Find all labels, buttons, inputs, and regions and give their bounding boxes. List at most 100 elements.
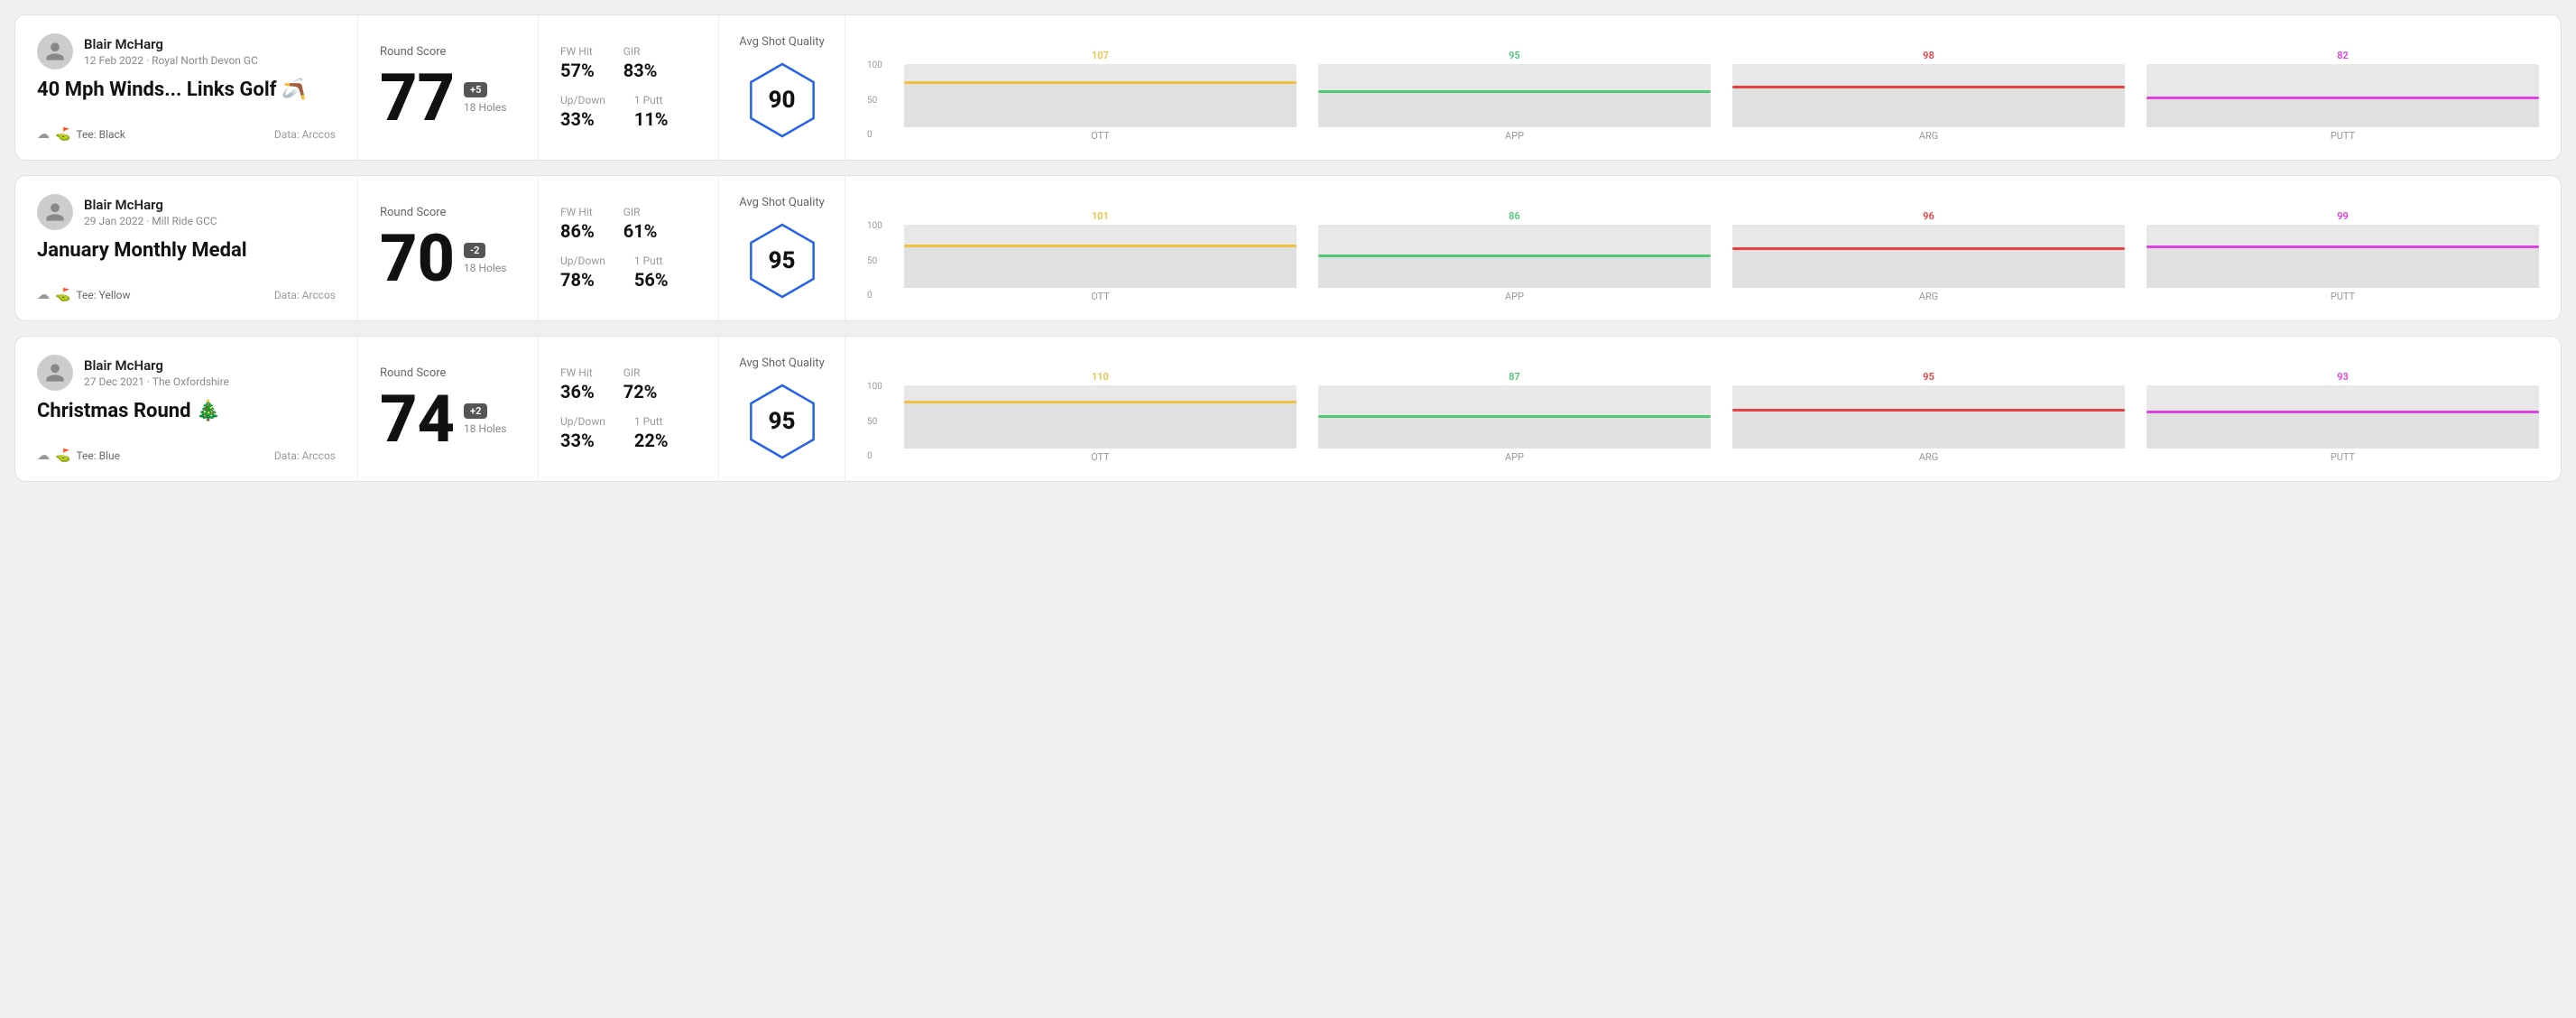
- fw-hit-label: FW Hit: [560, 206, 595, 218]
- holes-label: 18 Holes: [464, 262, 506, 274]
- round-title: Christmas Round 🎄: [37, 400, 336, 423]
- chart-col-ott: 107 OTT: [904, 50, 1297, 142]
- date-course: 29 Jan 2022 · Mill Ride GCC: [84, 215, 217, 227]
- tee-label: Tee: Black: [76, 128, 125, 141]
- user-name: Blair McHarg: [84, 36, 258, 52]
- card-footer: ☁ ⛳ Tee: Yellow Data: Arccos: [37, 288, 336, 302]
- bar-fill-putt: [2147, 413, 2539, 449]
- chart-val-arg: 98: [1923, 50, 1934, 61]
- score-diff-badge: +2: [464, 403, 487, 419]
- bar-fill-app: [1318, 418, 1711, 449]
- gir-label: GIR: [623, 366, 658, 379]
- oneputt-value: 11%: [634, 108, 669, 130]
- updown-label: Up/Down: [560, 255, 605, 267]
- oneputt-stat: 1 Putt 56%: [634, 255, 669, 291]
- bar-line-putt: [2147, 97, 2539, 99]
- oneputt-label: 1 Putt: [634, 94, 669, 106]
- chart-col-arg: 95 ARG: [1732, 371, 2125, 463]
- hexagon-container: 95: [742, 220, 823, 301]
- bar-fill-putt: [2147, 99, 2539, 128]
- bar-line-app: [1318, 90, 1711, 93]
- oneputt-stat: 1 Putt 11%: [634, 94, 669, 130]
- gir-value: 72%: [623, 381, 658, 403]
- bar-wrapper-ott: [904, 225, 1297, 288]
- chart-val-arg: 95: [1923, 371, 1934, 383]
- chart-y-axis: 100 50 0: [867, 382, 882, 463]
- chart-x-label-ott: OTT: [1091, 291, 1110, 302]
- fw-hit-value: 36%: [560, 381, 595, 403]
- chart-col-arg: 98 ARG: [1732, 50, 2125, 142]
- chart-x-label-putt: PUTT: [2331, 291, 2355, 302]
- updown-value: 78%: [560, 269, 605, 291]
- score-main: 74 +2 18 Holes: [380, 387, 516, 452]
- chart-x-label-putt: PUTT: [2331, 130, 2355, 142]
- oneputt-label: 1 Putt: [634, 255, 669, 267]
- quality-label: Avg Shot Quality: [734, 196, 830, 209]
- chart-y-axis: 100 50 0: [867, 221, 882, 302]
- bar-wrapper-app: [1318, 385, 1711, 449]
- fw-hit-stat: FW Hit 86%: [560, 206, 595, 242]
- bar-wrapper-putt: [2147, 64, 2539, 127]
- stats-section: FW Hit 57% GIR 83% Up/Down 33% 1 Putt 11…: [539, 15, 719, 160]
- score-section: Round Score 70 -2 18 Holes: [358, 176, 539, 320]
- chart-val-app: 95: [1509, 50, 1520, 61]
- score-number: 74: [380, 387, 455, 452]
- bar-fill-arg: [1732, 412, 2125, 449]
- fw-hit-value: 86%: [560, 220, 595, 242]
- score-label: Round Score: [380, 366, 516, 380]
- user-info: Blair McHarg 29 Jan 2022 · Mill Ride GCC: [84, 197, 217, 227]
- chart-x-label-putt: PUTT: [2331, 451, 2355, 463]
- y-0: 0: [867, 130, 882, 140]
- stats-row-bottom: Up/Down 33% 1 Putt 11%: [560, 94, 697, 130]
- user-row: Blair McHarg 12 Feb 2022 · Royal North D…: [37, 33, 336, 69]
- updown-label: Up/Down: [560, 94, 605, 106]
- bar-fill-arg: [1732, 88, 2125, 127]
- score-number: 77: [380, 66, 455, 131]
- stats-row-bottom: Up/Down 33% 1 Putt 22%: [560, 415, 697, 451]
- updown-value: 33%: [560, 430, 605, 451]
- quality-section: Avg Shot Quality 90: [719, 15, 845, 160]
- chart-val-app: 86: [1509, 210, 1520, 222]
- bar-line-putt: [2147, 245, 2539, 248]
- weather-icon: ☁: [37, 127, 50, 142]
- score-label: Round Score: [380, 206, 516, 219]
- chart-col-app: 95 APP: [1318, 50, 1711, 142]
- chart-area: 100 50 0 110 OTT 87 APP: [867, 355, 2539, 463]
- chart-x-label-app: APP: [1505, 451, 1524, 463]
- chart-col-app: 87 APP: [1318, 371, 1711, 463]
- gir-value: 61%: [623, 220, 658, 242]
- y-0: 0: [867, 451, 882, 461]
- chart-bars: 107 OTT 95 APP 98: [904, 50, 2539, 142]
- oneputt-value: 56%: [634, 269, 669, 291]
- score-section: Round Score 74 +2 18 Holes: [358, 337, 539, 481]
- hex-score: 95: [769, 247, 796, 274]
- bar-line-ott: [904, 245, 1297, 247]
- y-0: 0: [867, 291, 882, 301]
- bag-icon: ⛳: [55, 288, 70, 302]
- score-label: Round Score: [380, 45, 516, 59]
- quality-label: Avg Shot Quality: [734, 356, 830, 370]
- score-section: Round Score 77 +5 18 Holes: [358, 15, 539, 160]
- oneputt-stat: 1 Putt 22%: [634, 415, 669, 451]
- bar-wrapper-putt: [2147, 225, 2539, 288]
- bar-line-arg: [1732, 409, 2125, 412]
- holes-label: 18 Holes: [464, 101, 506, 114]
- updown-label: Up/Down: [560, 415, 605, 428]
- chart-x-label-ott: OTT: [1091, 451, 1110, 463]
- round-card: Blair McHarg 27 Dec 2021 · The Oxfordshi…: [14, 336, 2562, 482]
- chart-col-putt: 99 PUTT: [2147, 210, 2539, 302]
- holes-label: 18 Holes: [464, 422, 506, 435]
- round-title: 40 Mph Winds... Links Golf 🪃: [37, 79, 336, 102]
- chart-area: 100 50 0 101 OTT 86 APP: [867, 194, 2539, 302]
- bar-fill-ott: [904, 403, 1297, 449]
- user-info: Blair McHarg 27 Dec 2021 · The Oxfordshi…: [84, 357, 229, 388]
- quality-section: Avg Shot Quality 95: [719, 337, 845, 481]
- bag-icon: ⛳: [55, 127, 70, 142]
- chart-area: 100 50 0 107 OTT 95 APP: [867, 33, 2539, 142]
- chart-section: 100 50 0 110 OTT 87 APP: [845, 337, 2561, 481]
- bar-line-putt: [2147, 411, 2539, 413]
- bar-fill-app: [1318, 257, 1711, 288]
- bar-wrapper-arg: [1732, 385, 2125, 449]
- hex-score: 90: [769, 87, 796, 114]
- score-badge: +2 18 Holes: [464, 403, 506, 435]
